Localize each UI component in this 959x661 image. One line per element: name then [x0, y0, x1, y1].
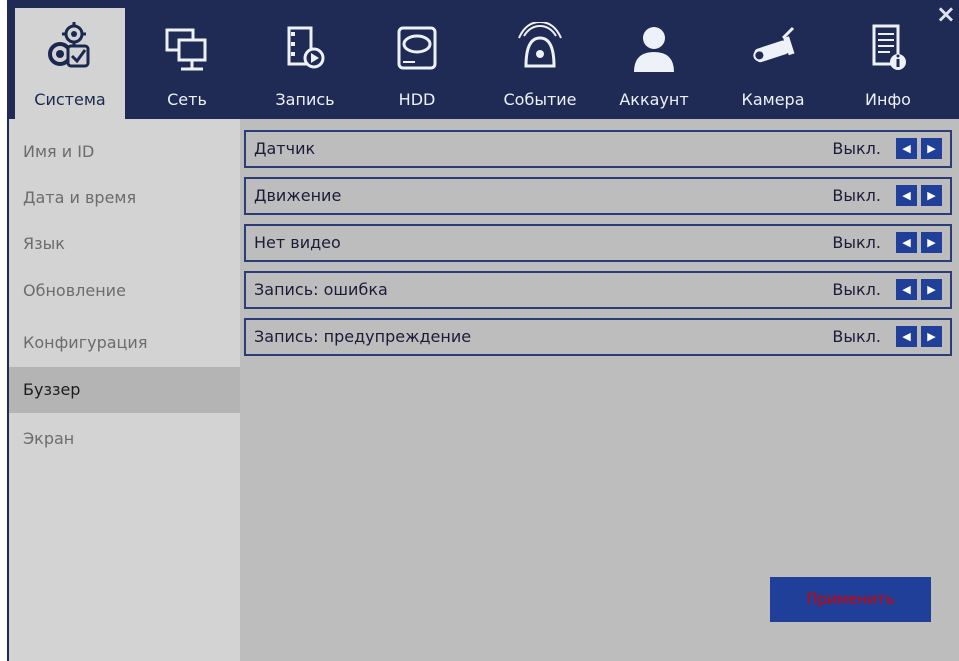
setting-value: Выкл.	[832, 233, 881, 252]
sidebar-item-language[interactable]: Язык	[9, 221, 240, 267]
setting-row-record-warning: Запись: предупреждение Выкл. ◀ ▶	[244, 318, 952, 356]
tab-label: Событие	[503, 90, 577, 109]
setting-row-record-error: Запись: ошибка Выкл. ◀ ▶	[244, 271, 952, 309]
tab-label: HDD	[398, 90, 436, 109]
tab-label: Камера	[741, 90, 805, 109]
setting-value: Выкл.	[832, 280, 881, 299]
setting-row-sensor: Датчик Выкл. ◀ ▶	[244, 130, 952, 168]
setting-name: Нет видео	[254, 233, 341, 252]
sidebar-item-update[interactable]: Обновление	[9, 268, 240, 314]
sidebar-item-buzzer[interactable]: Буззер	[9, 367, 240, 413]
arrow-left-icon[interactable]: ◀	[896, 326, 917, 347]
tab-info[interactable]: Инфо	[847, 8, 929, 119]
setting-row-no-video: Нет видео Выкл. ◀ ▶	[244, 224, 952, 262]
main-tab-bar: Система Сеть Запись HDD Событие Аккаунт …	[15, 8, 955, 119]
tab-event[interactable]: Событие	[491, 8, 589, 119]
tab-record[interactable]: Запись	[255, 8, 355, 119]
hdd-icon	[397, 26, 437, 70]
tab-label: Аккаунт	[619, 90, 689, 109]
tab-label: Система	[34, 90, 106, 109]
setting-value: Выкл.	[832, 186, 881, 205]
sidebar: Имя и ID Дата и время Язык Обновление Ко…	[9, 119, 240, 661]
setting-name: Движение	[254, 186, 342, 205]
sidebar-item-configuration[interactable]: Конфигурация	[9, 320, 240, 366]
arrow-left-icon[interactable]: ◀	[896, 185, 917, 206]
tab-hdd[interactable]: HDD	[379, 8, 455, 119]
setting-row-motion: Движение Выкл. ◀ ▶	[244, 177, 952, 215]
alarm-bell-icon	[518, 22, 562, 68]
gears-check-icon	[48, 22, 90, 68]
arrow-right-icon[interactable]: ▶	[921, 138, 942, 159]
tab-label: Запись	[275, 90, 335, 109]
info-doc-icon	[872, 24, 906, 70]
tab-account[interactable]: Аккаунт	[605, 8, 703, 119]
setting-name: Запись: предупреждение	[254, 327, 472, 346]
apply-button[interactable]: Применить	[770, 577, 931, 622]
sidebar-item-date-time[interactable]: Дата и время	[9, 175, 240, 221]
arrow-right-icon[interactable]: ▶	[921, 326, 942, 347]
arrow-left-icon[interactable]: ◀	[896, 138, 917, 159]
setting-name: Запись: ошибка	[254, 280, 388, 299]
arrow-right-icon[interactable]: ▶	[921, 185, 942, 206]
setting-value: Выкл.	[832, 139, 881, 158]
tab-network[interactable]: Сеть	[143, 8, 231, 119]
settings-window: × Система Сеть Запись HDD Событие Аккаун…	[7, 0, 959, 661]
tab-camera[interactable]: Камера	[725, 8, 821, 119]
user-icon	[634, 27, 674, 72]
content-area: Имя и ID Дата и время Язык Обновление Ко…	[9, 119, 959, 661]
buzzer-settings-panel: Датчик Выкл. ◀ ▶ Движение Выкл. ◀ ▶ Нет …	[240, 119, 959, 661]
arrow-left-icon[interactable]: ◀	[896, 279, 917, 300]
camera-icon	[753, 26, 795, 63]
sidebar-item-display[interactable]: Экран	[9, 416, 240, 462]
arrow-right-icon[interactable]: ▶	[921, 279, 942, 300]
tab-label: Инфо	[865, 90, 911, 109]
film-record-icon	[287, 26, 325, 69]
network-icon	[165, 28, 207, 71]
setting-value: Выкл.	[832, 327, 881, 346]
setting-name: Датчик	[254, 139, 316, 158]
tab-system[interactable]: Система	[15, 8, 125, 119]
sidebar-item-name-id[interactable]: Имя и ID	[9, 129, 240, 175]
arrow-left-icon[interactable]: ◀	[896, 232, 917, 253]
arrow-right-icon[interactable]: ▶	[921, 232, 942, 253]
tab-label: Сеть	[167, 90, 207, 109]
